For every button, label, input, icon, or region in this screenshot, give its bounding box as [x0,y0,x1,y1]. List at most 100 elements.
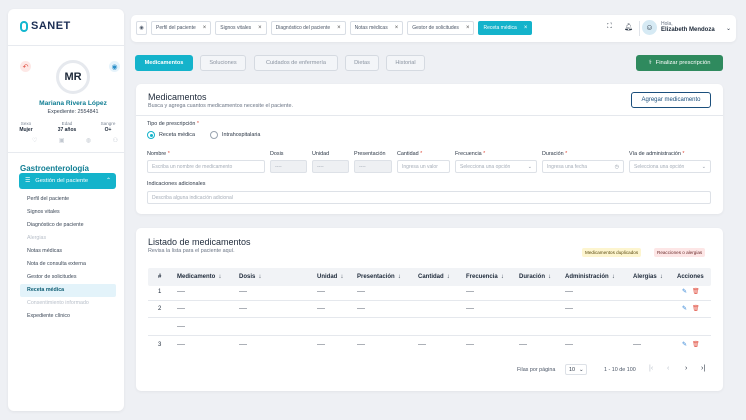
duration-date-input[interactable]: Ingresa una fecha ◷ [542,160,624,173]
column-header-quantity[interactable]: Cantidad ↓ [418,274,450,280]
chevron-down-icon: ⌄ [579,366,584,373]
patient-name: Mariana Rivera López [39,100,107,107]
stat-age: Edad 37 años [57,121,77,133]
close-icon[interactable]: × [466,25,470,31]
tab-patient-profile[interactable]: Perfil del paciente × [151,21,212,35]
column-header-unit[interactable]: Unidad ↓ [317,274,343,280]
sidebar-item-consent: Consentimiento informado [27,300,89,306]
table-cell-medicamento: ---- [177,324,185,330]
tab-history[interactable]: Historial [386,55,425,71]
patient-management-button[interactable]: ☰ Gestión del paciente ⌃ [19,173,116,189]
list-subtitle: Revisa la lista para el paciente aquí. [148,248,235,254]
next-page-icon[interactable]: › [685,365,687,372]
route-select[interactable]: Selecciona una opción ⌄ [629,160,711,173]
table-cell-duracion: ---- [519,342,527,348]
column-header-number: # [158,274,162,280]
column-header-medication[interactable]: Medicamento ↓ [177,274,221,280]
finalize-prescription-button[interactable]: ⚕ Finalizar prescripción [636,55,723,71]
close-icon[interactable]: × [203,25,207,31]
user-avatar[interactable]: ☺ [642,20,657,35]
tab-label: Gestor de solicitudes [412,25,459,31]
close-icon[interactable]: × [395,25,399,31]
medication-name-input[interactable]: Escriba un nombre de medicamento [147,160,265,173]
back-icon[interactable]: ↶ [20,61,31,72]
column-header-administration[interactable]: Administración ↓ [565,274,615,280]
sidebar-item-clinical-record[interactable]: Expediente clínico [20,310,116,323]
clock-icon: ◷ [614,164,619,170]
frequency-select[interactable]: Selecciona una opción ⌄ [455,160,537,173]
tab-notes[interactable]: Notas médicas × [349,21,404,35]
rows-per-page-value: 10 [569,366,575,373]
route-placeholder: Selecciona una opción [634,163,685,170]
column-header-dose[interactable]: Dosis ↓ [239,274,261,280]
tab-nursing-care[interactable]: Cuidados de enfermería [254,55,338,71]
rows-per-page-label: Filas por página [517,367,556,373]
quantity-input[interactable]: Ingresa un valor [397,160,450,173]
tab-solutions[interactable]: Soluciones [200,55,246,71]
presentation-label: Presentación [354,151,386,157]
fullscreen-icon[interactable]: ⛶ [607,23,612,31]
chevron-down-icon[interactable]: ⌄ [726,25,731,32]
row-divider [148,317,711,318]
close-icon[interactable]: × [337,25,341,31]
sidebar-item-notes[interactable]: Notas médicas [20,245,116,258]
sidebar-item-allergies: Alergias [27,235,47,241]
heart-icon[interactable]: ♡ [32,137,37,144]
eye-icon[interactable]: ◉ [109,61,120,72]
clipboard-icon[interactable]: ▣ [59,137,65,144]
sort-arrow-icon: ↓ [397,274,401,280]
sidebar-item-external-note[interactable]: Nota de consulta externa [20,258,116,271]
tab-label: Receta médica [483,25,517,31]
sort-arrow-icon: ↓ [548,274,552,280]
row-divider [148,300,711,301]
duplicate-medications-badge: Medicamentos duplicados [582,248,642,257]
radio-prescription[interactable]: Receta médica [147,131,195,139]
chevron-down-icon: ⌄ [701,164,706,170]
column-header-allergies[interactable]: Alergias ↓ [633,274,663,280]
edit-icon[interactable]: ✎ [682,305,687,312]
column-header-actions: Acciones [677,274,704,280]
sidebar-item-diagnosis[interactable]: Diagnóstico de paciente [20,219,116,232]
indications-input[interactable]: Describa alguna indicación adicional [147,191,711,204]
sidebar-item-requests[interactable]: Gestor de solicitudes [20,271,116,284]
pill-icon[interactable]: ◍ [86,137,91,144]
bell-icon[interactable]: 🔔︎ [624,23,633,31]
tab-medications[interactable]: Medicamentos [135,55,193,71]
people-icon[interactable]: ⚇ [113,137,118,144]
radio-inpatient[interactable]: Intrahospitalaria [210,131,260,139]
close-icon[interactable]: × [524,25,528,31]
edit-icon[interactable]: ✎ [682,341,687,348]
column-header-duration[interactable]: Duración ↓ [519,274,551,280]
first-page-icon[interactable]: |‹ [649,365,653,372]
delete-icon[interactable]: 🗑︎ [692,341,700,348]
table-cell-medicamento: ---- [177,306,185,312]
delete-icon[interactable]: 🗑︎ [692,305,700,312]
tab-diagnosis[interactable]: Diagnóstico del paciente × [270,21,346,35]
column-header-frequency[interactable]: Frecuencia ↓ [466,274,504,280]
last-page-icon[interactable]: ›| [701,365,705,372]
close-icon[interactable]: × [258,25,262,31]
brand-logo[interactable]: SANET [20,20,71,32]
column-header-presentation[interactable]: Presentación ↓ [357,274,401,280]
sidebar-item-prescription[interactable]: Receta médica [20,284,116,297]
sort-arrow-icon: ↓ [340,274,344,280]
tab-vitals[interactable]: Signos vitales × [215,21,267,35]
delete-icon[interactable]: 🗑︎ [692,288,700,295]
sidebar-item-profile[interactable]: Perfil del paciente [20,193,116,206]
previous-page-icon[interactable]: ‹ [667,365,669,372]
rows-per-page-select[interactable]: 10 ⌄ [565,364,587,375]
add-medication-button[interactable]: Agregar medicamento [631,92,711,108]
sort-arrow-icon: ↓ [500,274,504,280]
presentation-input: ---- [354,160,392,173]
tab-requests[interactable]: Gestor de solicitudes × [407,21,475,35]
tabs-menu-icon[interactable]: ◉ [136,21,147,35]
tab-diets[interactable]: Dietas [345,55,379,71]
duration-placeholder: Ingresa una fecha [547,163,588,170]
sort-arrow-icon: ↓ [258,274,262,280]
tab-prescription[interactable]: Receta médica × [478,21,533,35]
user-name[interactable]: Elizabeth Mendoza [661,27,715,33]
chevron-down-icon: ⌄ [527,164,532,170]
sidebar-item-vitals[interactable]: Signos vitales [20,206,116,219]
unit-input: ---- [312,160,349,173]
edit-icon[interactable]: ✎ [682,288,687,295]
